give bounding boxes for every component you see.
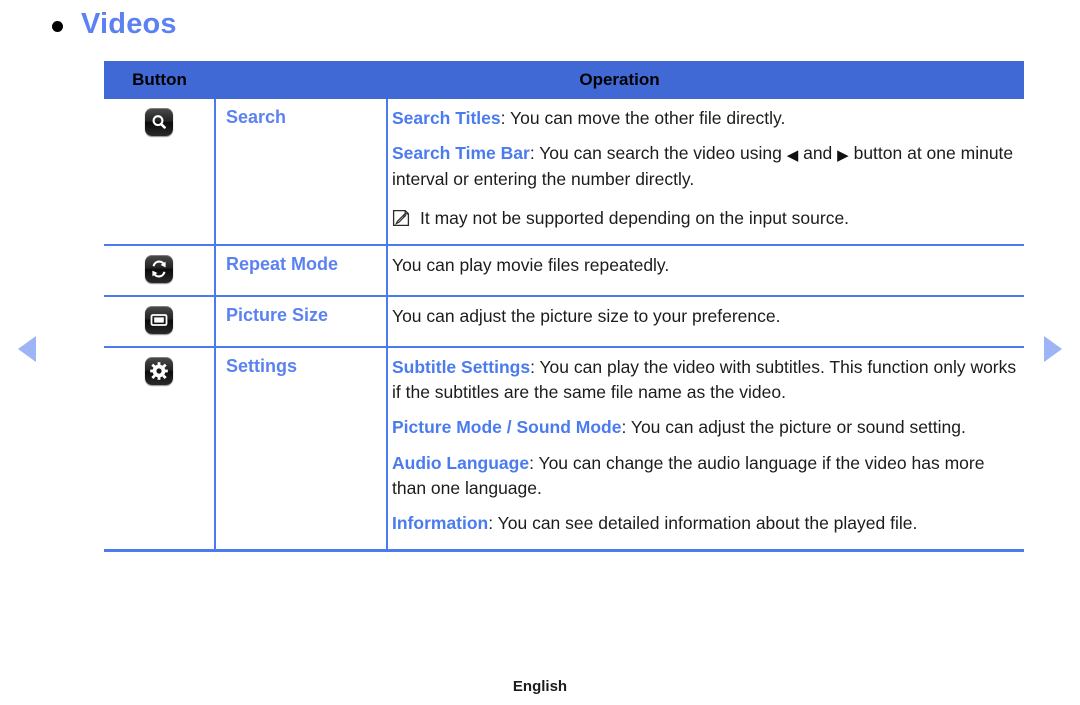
footer-language-label: English	[512, 678, 568, 695]
operation-text: You can adjust the picture size to your …	[392, 305, 781, 326]
button-icon-cell	[104, 99, 215, 245]
button-icon-cell	[104, 345, 215, 552]
triangle-left-icon: ◀	[786, 147, 799, 165]
table-row: Search Search Titles: You can move the o…	[104, 99, 1025, 245]
column-header-button: Button	[104, 61, 215, 99]
settings-gear-icon	[145, 356, 173, 385]
button-icon-cell	[104, 243, 215, 296]
repeat-icon	[145, 254, 173, 283]
search-icon	[145, 108, 173, 136]
operation-text: You can move the other file directly.	[510, 108, 786, 128]
operation-text-pre: You can search the video using	[539, 143, 787, 164]
operation-text-mid: and	[798, 143, 838, 164]
triangle-right-icon[interactable]	[1044, 336, 1062, 362]
page-title-block: Videos	[52, 10, 177, 39]
row-operation-settings: Subtitle Settings: You can play the vide…	[387, 345, 1025, 552]
triangle-left-icon[interactable]	[18, 336, 36, 362]
row-label-repeat-mode: Repeat Mode	[214, 243, 388, 296]
picture-size-icon	[145, 305, 173, 334]
operation-text: You can adjust the picture or sound sett…	[630, 417, 966, 438]
operation-line: You can adjust the picture size to your …	[392, 304, 1018, 329]
operation-text: You can play movie files repeatedly.	[392, 254, 670, 275]
bullet-dot-icon	[52, 21, 63, 32]
table-row: Settings Subtitle Settings: You can play…	[104, 345, 1025, 552]
operation-key: Search Time Bar	[392, 143, 530, 164]
videos-button-operation-table: Button Operation Search Search Titles: Y…	[104, 61, 1025, 552]
row-operation-repeat-mode: You can play movie files repeatedly.	[387, 243, 1025, 296]
operation-key: Information	[392, 513, 489, 534]
button-icon-cell	[104, 294, 215, 347]
table-row: Picture Size You can adjust the picture …	[104, 294, 1025, 347]
row-operation-search: Search Titles: You can move the other fi…	[387, 99, 1025, 245]
row-operation-picture-size: You can adjust the picture size to your …	[387, 294, 1025, 347]
operation-line: Subtitle Settings: You can play the vide…	[392, 355, 1018, 406]
operation-separator: :	[621, 417, 631, 438]
operation-line: Audio Language: You can change the audio…	[392, 451, 1018, 502]
page-title: Videos	[81, 8, 177, 40]
table-header-row: Button Operation	[104, 61, 1025, 99]
operation-key: Subtitle Settings	[392, 356, 531, 377]
row-label-search: Search	[214, 99, 388, 245]
row-label-settings: Settings	[214, 345, 388, 552]
operation-line: Picture Mode / Sound Mode: You can adjus…	[392, 415, 1018, 440]
operation-line: Search Time Bar: You can search the vide…	[392, 141, 1018, 192]
table-row: Repeat Mode You can play movie files rep…	[104, 243, 1025, 296]
operation-key: Picture Mode / Sound Mode	[392, 417, 622, 438]
operation-line: You can play movie files repeatedly.	[392, 253, 1018, 278]
note-text: It may not be supported depending on the…	[420, 208, 850, 229]
operation-line: Information: You can see detailed inform…	[392, 511, 1018, 536]
operation-separator: :	[500, 108, 511, 128]
operation-key: Search Titles	[392, 108, 501, 128]
column-header-operation: Operation	[215, 61, 1025, 99]
row-label-picture-size: Picture Size	[214, 294, 388, 347]
operation-text: You can see detailed information about t…	[497, 513, 918, 534]
operation-separator: :	[488, 513, 498, 534]
triangle-right-icon: ▶	[837, 147, 849, 165]
note-line: It may not be supported depending on the…	[392, 206, 1018, 231]
note-pencil-icon	[392, 209, 410, 227]
operation-separator: :	[529, 143, 540, 164]
operation-line: Search Titles: You can move the other fi…	[392, 106, 1018, 131]
operation-separator: :	[529, 452, 539, 473]
operation-key: Audio Language	[392, 452, 530, 473]
